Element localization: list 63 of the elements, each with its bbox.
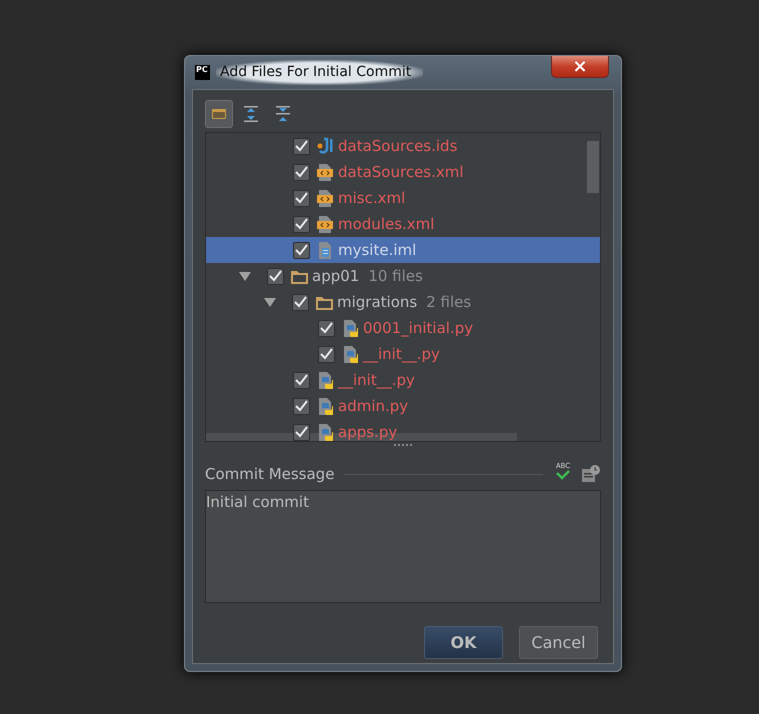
- checkbox[interactable]: [318, 320, 335, 336]
- window-title: Add Files For Initial Commit: [216, 60, 424, 85]
- checkbox[interactable]: [293, 372, 310, 388]
- file-count: 2 files: [426, 292, 472, 313]
- commit-message-field[interactable]: Initial commit: [205, 490, 601, 603]
- tree-row[interactable]: __init__.py: [206, 367, 600, 393]
- expand-all-icon: [241, 104, 261, 124]
- checkbox[interactable]: [267, 268, 284, 284]
- file-name: dataSources.ids: [338, 136, 458, 157]
- tree-row[interactable]: mysite.iml: [206, 237, 600, 263]
- file-name: 0001_initial.py: [363, 318, 474, 339]
- app-logo: PC: [195, 65, 210, 80]
- checkbox[interactable]: [293, 216, 310, 232]
- tree-row[interactable]: dataSources.xml: [206, 159, 600, 185]
- tree-row[interactable]: misc.xml: [206, 185, 600, 211]
- tree-row[interactable]: 0001_initial.py: [206, 315, 600, 341]
- file-name: admin.py: [338, 396, 408, 417]
- python-file-icon: [341, 318, 359, 338]
- scrollbar-thumb[interactable]: [587, 141, 599, 193]
- close-button[interactable]: ×: [551, 56, 609, 78]
- collapse-arrow-icon[interactable]: [239, 271, 251, 281]
- history-icon[interactable]: [581, 464, 601, 484]
- checkbox[interactable]: [293, 138, 310, 154]
- group-by-folder-button[interactable]: [205, 100, 233, 128]
- file-name: mysite.iml: [338, 240, 416, 261]
- file-name: __init__.py: [363, 344, 440, 365]
- tree-row[interactable]: dataSources.ids: [206, 133, 600, 159]
- file-name: apps.py: [338, 422, 398, 441]
- xml-file-icon: [316, 162, 334, 182]
- collapse-all-icon: [273, 104, 293, 124]
- folder-name: app01: [312, 266, 360, 287]
- file-count: 10 files: [368, 266, 423, 287]
- file-name: misc.xml: [338, 188, 406, 209]
- checkbox[interactable]: [293, 242, 310, 258]
- tree-row[interactable]: __init__.py: [206, 341, 600, 367]
- check-icon: [556, 470, 570, 480]
- ok-button[interactable]: OK: [424, 626, 503, 659]
- file-name: __init__.py: [338, 370, 415, 391]
- file-name: dataSources.xml: [338, 162, 464, 183]
- tree-row[interactable]: modules.xml: [206, 211, 600, 237]
- checkbox[interactable]: [293, 190, 310, 206]
- xml-file-icon: [316, 214, 334, 234]
- tree-row[interactable]: app01 10 files: [206, 263, 600, 289]
- tree-row[interactable]: migrations 2 files: [206, 289, 600, 315]
- python-file-icon: [316, 396, 334, 416]
- module-file-icon: [316, 240, 334, 260]
- checkbox[interactable]: [292, 294, 309, 310]
- file-name: modules.xml: [338, 214, 434, 235]
- xml-file-icon: [316, 188, 334, 208]
- tree-row[interactable]: apps.py: [206, 419, 600, 441]
- collapse-arrow-icon[interactable]: [264, 297, 276, 307]
- checkbox[interactable]: [318, 346, 335, 362]
- checkbox[interactable]: [293, 398, 310, 414]
- folder-name: migrations: [337, 292, 418, 313]
- python-file-icon: [341, 344, 359, 364]
- python-file-icon: [316, 370, 334, 390]
- checkbox[interactable]: [293, 164, 310, 180]
- python-file-icon: [316, 422, 334, 441]
- checkbox[interactable]: [293, 424, 310, 440]
- tree-row[interactable]: admin.py: [206, 393, 600, 419]
- commit-message-label: Commit Message: [205, 464, 334, 485]
- cancel-button[interactable]: Cancel: [519, 626, 598, 659]
- splitter-handle-icon[interactable]: [393, 442, 413, 448]
